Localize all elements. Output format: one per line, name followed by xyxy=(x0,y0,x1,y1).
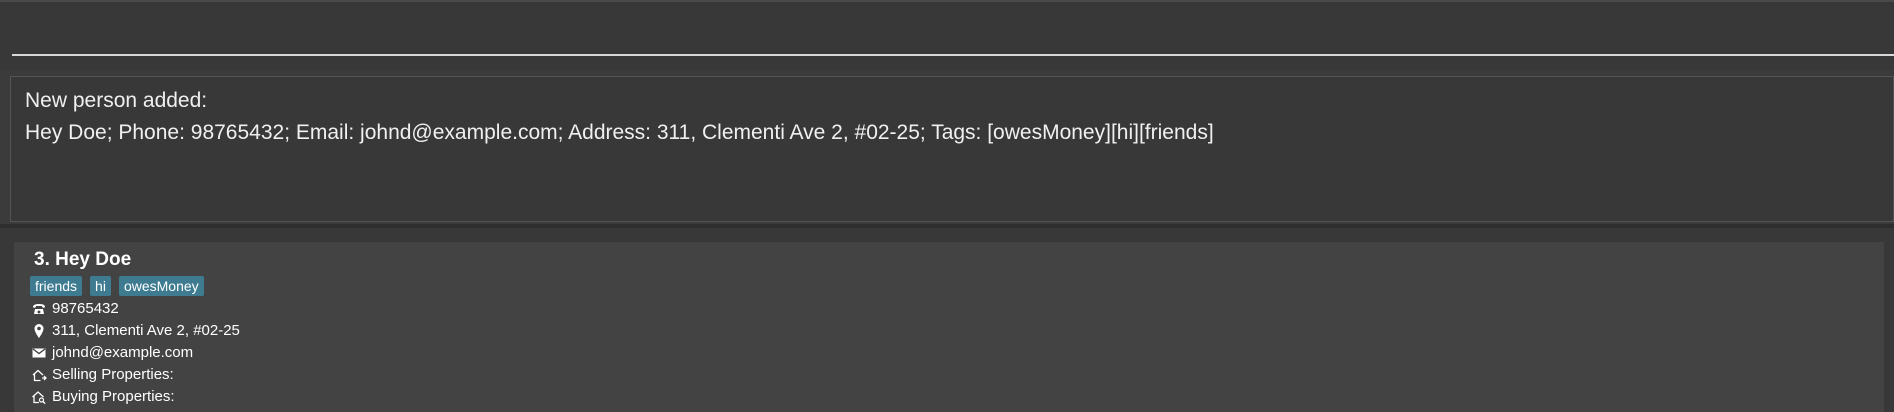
house-out-icon xyxy=(30,366,48,384)
email-value: johnd@example.com xyxy=(52,344,194,361)
selling-properties-field: Selling Properties: xyxy=(30,364,1868,386)
location-pin-icon xyxy=(30,322,48,340)
mail-icon xyxy=(30,344,48,362)
buying-properties-label: Buying Properties: xyxy=(52,388,175,405)
phone-field: 98765432 xyxy=(30,298,1868,320)
person-card[interactable]: 3. Hey Doe friends hi owesMoney 98765432… xyxy=(14,242,1884,412)
address-field: 311, Clementi Ave 2, #02-25 xyxy=(30,320,1868,342)
phone-value: 98765432 xyxy=(52,300,119,317)
selling-properties-label: Selling Properties: xyxy=(52,366,174,383)
tag-list: friends hi owesMoney xyxy=(30,276,1868,296)
result-message-detail: Hey Doe; Phone: 98765432; Email: johnd@e… xyxy=(25,121,1214,144)
email-field: johnd@example.com xyxy=(30,342,1868,364)
tag: owesMoney xyxy=(118,276,204,296)
result-message-title: New person added: xyxy=(25,89,208,112)
result-display[interactable]: New person added: Hey Doe; Phone: 987654… xyxy=(10,76,1894,222)
address-value: 311, Clementi Ave 2, #02-25 xyxy=(52,322,240,339)
buying-properties-field: Buying Properties: xyxy=(30,386,1868,408)
command-input[interactable] xyxy=(12,6,1894,56)
tag: friends xyxy=(30,276,83,296)
tag: hi xyxy=(90,276,111,296)
person-name: 3. Hey Doe xyxy=(34,249,132,270)
person-list[interactable]: 3. Hey Doe friends hi owesMoney 98765432… xyxy=(0,228,1894,412)
house-search-icon xyxy=(30,388,48,406)
phone-icon xyxy=(30,300,48,318)
command-box xyxy=(0,0,1894,70)
